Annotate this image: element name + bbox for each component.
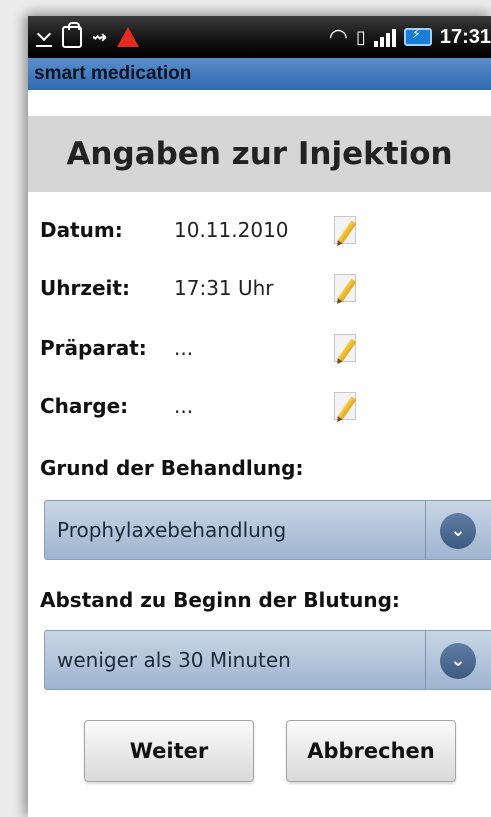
time-label: Uhrzeit: — [40, 276, 130, 300]
status-bar-notifications: ⇝ — [36, 22, 140, 52]
status-time: 17:31 — [439, 25, 491, 48]
preparation-label: Präparat: — [40, 336, 147, 360]
date-label: Datum: — [40, 218, 123, 242]
edit-time-icon[interactable] — [330, 272, 362, 304]
edit-preparation-icon[interactable] — [330, 332, 362, 364]
field-batch: Charge: ... — [40, 386, 362, 426]
download-icon — [36, 27, 52, 47]
vibrate-icon: ▯ — [355, 26, 366, 48]
batch-value: ... — [174, 394, 194, 418]
edit-date-icon[interactable] — [330, 214, 362, 246]
treatment-reason-label: Grund der Behandlung: — [40, 456, 304, 480]
bleeding-interval-select[interactable]: weniger als 30 Minuten ⌄ — [44, 630, 491, 690]
time-value: 17:31 Uhr — [174, 276, 274, 300]
treatment-reason-select[interactable]: Prophylaxebehandlung ⌄ — [44, 500, 491, 560]
preparation-value: ... — [174, 336, 194, 360]
batch-label: Charge: — [40, 394, 129, 418]
chevron-down-icon[interactable]: ⌄ — [440, 513, 476, 549]
status-bar-system: ◠ ▯ 17:31 — [329, 22, 491, 52]
select-divider — [425, 501, 426, 559]
field-preparation: Präparat: ... — [40, 328, 362, 368]
page-title: Angaben zur Injektion — [28, 116, 491, 192]
status-bar: ⇝ ◠ ▯ 17:31 — [28, 16, 491, 58]
shopping-bag-icon — [62, 22, 82, 48]
battery-charging-icon — [403, 27, 432, 46]
cancel-button[interactable]: Abbrechen — [286, 720, 456, 782]
bleeding-interval-value: weniger als 30 Minuten — [57, 648, 291, 672]
next-button[interactable]: Weiter — [84, 720, 254, 782]
chevron-down-icon[interactable]: ⌄ — [440, 643, 476, 679]
warning-icon — [117, 27, 140, 47]
field-date: Datum: 10.11.2010 — [40, 210, 362, 250]
date-value: 10.11.2010 — [174, 218, 289, 242]
usb-icon: ⇝ — [92, 26, 108, 48]
edit-batch-icon[interactable] — [330, 390, 362, 422]
field-time: Uhrzeit: 17:31 Uhr — [40, 268, 362, 308]
app-title-bar: smart medication — [28, 58, 491, 90]
signal-icon — [373, 27, 396, 47]
select-divider — [425, 631, 426, 689]
treatment-reason-value: Prophylaxebehandlung — [57, 518, 287, 542]
bleeding-interval-label: Abstand zu Beginn der Blutung: — [40, 588, 400, 612]
phone-screen: ⇝ ◠ ▯ 17:31 smart medication Angaben zur… — [28, 16, 491, 817]
wifi-icon: ◠ — [328, 24, 348, 50]
